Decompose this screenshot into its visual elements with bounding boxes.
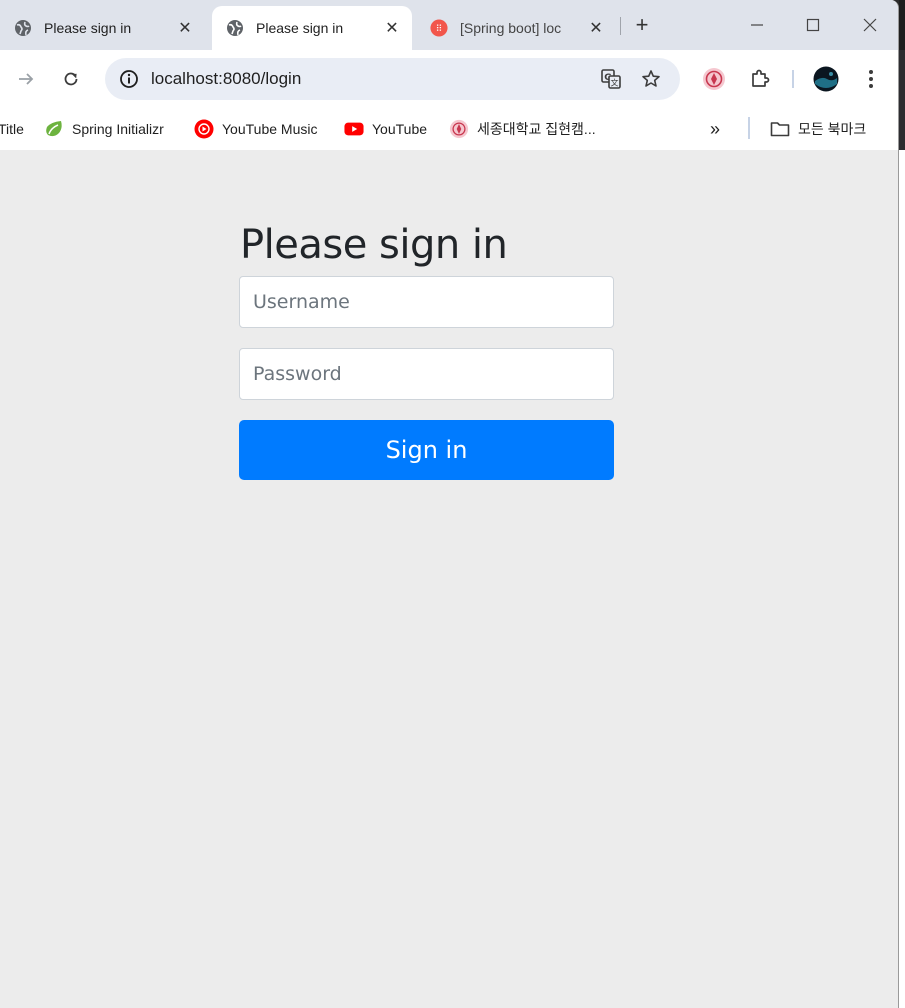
menu-icon[interactable] xyxy=(855,63,887,95)
bookmark-title[interactable]: Title xyxy=(0,115,24,143)
sejong-extension-icon[interactable] xyxy=(698,63,730,95)
forward-icon[interactable] xyxy=(10,63,42,95)
username-field[interactable] xyxy=(239,276,614,328)
profile-avatar[interactable] xyxy=(810,63,842,95)
tab-title: [Spring boot] loc xyxy=(460,20,562,36)
toolbar: localhost:8080/login G文 xyxy=(0,50,898,107)
bookmarks-divider xyxy=(748,117,750,139)
extensions-icon[interactable] xyxy=(744,63,776,95)
svg-text:文: 文 xyxy=(611,78,619,88)
close-window-icon[interactable] xyxy=(856,11,884,39)
globe-icon xyxy=(14,19,32,37)
all-bookmarks-folder[interactable]: 모든 북마크 xyxy=(770,115,866,143)
browser-window: Please sign in ✕ Please sign in ✕ ⠿ [Spr… xyxy=(0,0,899,1008)
tab-title: Please sign in xyxy=(256,20,344,36)
sejong-icon xyxy=(449,119,469,139)
minimize-icon[interactable] xyxy=(743,11,771,39)
bookmark-youtube[interactable]: YouTube xyxy=(344,115,427,143)
bookmarks-bar: Title Spring Initializr YouTube Music Yo… xyxy=(0,107,898,150)
close-icon[interactable]: ✕ xyxy=(382,18,402,38)
background-window xyxy=(899,0,905,1008)
more-bookmarks-icon[interactable]: » xyxy=(710,115,720,143)
page-title: Please sign in xyxy=(240,222,508,268)
site-info-icon[interactable] xyxy=(113,63,145,95)
youtube-icon xyxy=(344,119,364,139)
tab-please-sign-in-active[interactable]: Please sign in ✕ xyxy=(212,6,412,50)
tab-spring-boot[interactable]: ⠿ [Spring boot] loc ✕ xyxy=(416,6,616,50)
spring-icon xyxy=(44,119,64,139)
bookmark-youtube-music[interactable]: YouTube Music xyxy=(194,115,317,143)
tab-strip: Please sign in ✕ Please sign in ✕ ⠿ [Spr… xyxy=(0,0,898,50)
sign-in-button[interactable]: Sign in xyxy=(239,420,614,480)
page-content: Please sign in Sign in xyxy=(0,150,898,1008)
close-icon[interactable]: ✕ xyxy=(175,18,195,38)
youtube-music-icon xyxy=(194,119,214,139)
url-text[interactable]: localhost:8080/login xyxy=(151,69,301,89)
tab-please-sign-in-1[interactable]: Please sign in ✕ xyxy=(0,6,205,50)
bookmark-sejong[interactable]: 세종대학교 집현캠... xyxy=(449,115,596,143)
toolbar-divider xyxy=(792,70,794,88)
new-tab-button[interactable]: + xyxy=(630,13,654,37)
maximize-icon[interactable] xyxy=(799,11,827,39)
omnibox[interactable]: localhost:8080/login G文 xyxy=(105,58,680,100)
translate-icon[interactable]: G文 xyxy=(595,63,627,95)
svg-text:⠿: ⠿ xyxy=(436,24,443,35)
velog-icon: ⠿ xyxy=(430,19,448,37)
bookmark-star-icon[interactable] xyxy=(635,63,667,95)
globe-icon xyxy=(226,19,244,37)
tab-title: Please sign in xyxy=(44,20,132,36)
reload-icon[interactable] xyxy=(55,63,87,95)
folder-icon xyxy=(770,119,790,139)
close-icon[interactable]: ✕ xyxy=(586,18,606,38)
bookmark-spring-initializr[interactable]: Spring Initializr xyxy=(44,115,164,143)
password-field[interactable] xyxy=(239,348,614,400)
